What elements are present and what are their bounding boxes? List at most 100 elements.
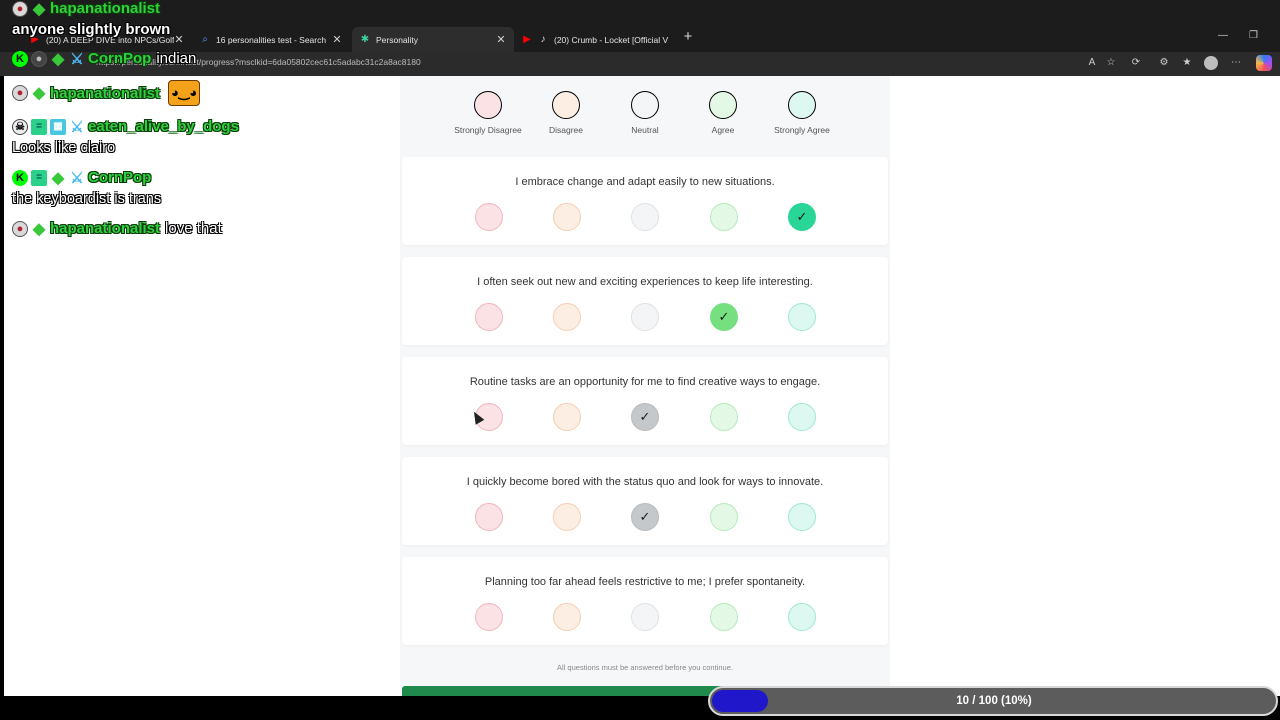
answer-option-5[interactable] <box>788 603 816 631</box>
tab-personality[interactable]: ✱ Personality ✕ <box>352 27 514 52</box>
chat-username: CornPop <box>88 50 152 67</box>
answer-option-3[interactable]: ✓ <box>631 503 659 531</box>
checkmark-icon: ✓ <box>796 209 808 224</box>
youtube-icon: ▶ <box>523 33 531 45</box>
answer-option-1[interactable] <box>475 603 503 631</box>
tab-youtube-crumb[interactable]: ▶ ♪ (20) Crumb - Locket [Official V <box>514 27 678 52</box>
answer-option-5[interactable] <box>788 303 816 331</box>
answer-option-1[interactable] <box>475 303 503 331</box>
scale-label: Agree <box>711 125 735 135</box>
close-icon[interactable]: ✕ <box>174 33 184 46</box>
chat-line: ● ◆ hapanationalist <box>12 0 161 18</box>
browser-tab-bar: ▶ (20) A DEEP DIVE into NPCs/Golf ✕ ⌕ 16… <box>0 0 1280 52</box>
answer-option-2[interactable] <box>553 203 581 231</box>
answer-option-2[interactable] <box>553 303 581 331</box>
k-badge-icon: K <box>12 169 28 186</box>
chat-message: indian <box>156 50 197 67</box>
checkmark-icon: ✓ <box>639 409 651 424</box>
question-card: I embrace change and adapt easily to new… <box>402 157 888 245</box>
answer-option-5[interactable]: ✓ <box>788 203 816 231</box>
chat-line: ☠ = ▦ ⚔ eaten_alive_by_dogs <box>12 118 239 136</box>
question-text: I quickly become bored with the status q… <box>466 476 824 488</box>
favorite-star-icon[interactable]: ☆ <box>1105 57 1117 69</box>
close-icon[interactable]: ✕ <box>332 33 342 46</box>
new-tab-button[interactable]: + <box>680 29 696 45</box>
gem-badge-icon: ◆ <box>32 0 46 18</box>
chat-message: Looks like clairo <box>12 140 116 156</box>
answer-option-4[interactable] <box>710 403 738 431</box>
sword-badge-icon: ⚔ <box>70 169 84 187</box>
scale-label: Neutral <box>631 125 659 135</box>
speaker-icon[interactable]: ♪ <box>538 34 548 45</box>
profile-avatar[interactable] <box>1204 56 1218 70</box>
user-avatar-icon: ● <box>12 0 28 17</box>
chat-username: hapanationalist <box>50 0 161 17</box>
tab-title: 16 personalities test - Search <box>216 34 327 45</box>
chat-message: love that <box>165 220 222 237</box>
close-icon[interactable]: ✕ <box>496 33 506 46</box>
sword-badge-icon: ⚔ <box>70 50 84 68</box>
gem-badge-icon: ◆ <box>32 85 46 102</box>
question-text: Routine tasks are an opportunity for me … <box>469 376 821 388</box>
answer-option-1[interactable] <box>475 203 503 231</box>
answer-scale-header: Strongly Disagree Disagree Neutral Agree… <box>402 78 888 150</box>
answer-option-2[interactable] <box>553 603 581 631</box>
answer-option-4[interactable] <box>710 603 738 631</box>
tab-title: (20) Crumb - Locket [Official V <box>554 34 669 45</box>
scale-dot <box>631 91 659 119</box>
answer-option-5[interactable] <box>788 503 816 531</box>
scale-neutral: Neutral <box>610 78 680 136</box>
answer-option-5[interactable] <box>788 403 816 431</box>
favorites-icon[interactable]: ★ <box>1181 57 1193 69</box>
question-card: Planning too far ahead feels restrictive… <box>402 557 888 645</box>
answer-option-2[interactable] <box>553 403 581 431</box>
user-avatar-icon: ● <box>12 220 28 237</box>
tab-title: Personality <box>376 34 419 45</box>
scale-dot <box>474 91 502 119</box>
required-answers-note: All questions must be answered before yo… <box>557 663 733 672</box>
checkmark-icon: ✓ <box>639 509 651 524</box>
extensions-icon[interactable]: ⚙ <box>1158 57 1170 69</box>
scale-dot <box>788 91 816 119</box>
answer-option-4[interactable] <box>710 503 738 531</box>
answer-option-3[interactable] <box>631 203 659 231</box>
scale-label: Strongly Disagree <box>454 125 522 135</box>
answer-option-3[interactable] <box>631 603 659 631</box>
tab-search[interactable]: ⌕ 16 personalities test - Search ✕ <box>192 27 350 52</box>
more-menu-icon[interactable]: ⋯ <box>1230 57 1242 69</box>
sword-badge-icon: ⚔ <box>70 118 84 136</box>
answer-option-4[interactable]: ✓ <box>710 303 738 331</box>
chat-username: hapanationalist <box>50 84 161 102</box>
personality-site-icon: ✱ <box>360 33 370 45</box>
skull-badge-icon: ☠ <box>12 118 28 135</box>
scale-dot <box>552 91 580 119</box>
stream-progress-bar: 10 / 100 (10%) <box>708 686 1278 716</box>
chat-username: CornPop <box>88 169 152 186</box>
question-text: I embrace change and adapt easily to new… <box>515 176 775 188</box>
answer-option-2[interactable] <box>553 503 581 531</box>
answer-option-1[interactable] <box>475 503 503 531</box>
answer-option-4[interactable] <box>710 203 738 231</box>
checkmark-icon: ✓ <box>718 309 730 324</box>
gem-badge-icon: ◆ <box>32 220 46 238</box>
chat-message: anyone slightly brown <box>12 21 171 38</box>
gem-badge-icon: ◆ <box>51 169 65 187</box>
chat-username: eaten_alive_by_dogs <box>88 118 239 135</box>
minimize-button[interactable]: — <box>1218 30 1228 41</box>
chat-line: K ● ◆ ⚔ CornPop indian <box>12 50 197 68</box>
answer-option-3[interactable] <box>631 303 659 331</box>
refresh-icon[interactable]: ⟳ <box>1130 57 1142 69</box>
gem-badge-icon: ◆ <box>51 50 65 68</box>
scale-agree: Agree <box>688 78 758 136</box>
maximize-button[interactable]: ❐ <box>1249 30 1258 41</box>
answer-option-3[interactable]: ✓ <box>631 403 659 431</box>
scale-disagree: Disagree <box>531 78 601 136</box>
k-badge-icon: K <box>12 50 28 67</box>
chat-line: ● ◆ hapanationalist love that <box>12 220 222 238</box>
scale-strongly-disagree: Strongly Disagree <box>453 78 523 136</box>
read-aloud-icon[interactable]: A <box>1086 57 1098 69</box>
copilot-icon[interactable] <box>1256 55 1272 71</box>
scale-strongly-agree: Strongly Agree <box>767 78 837 136</box>
scale-label: Disagree <box>548 125 584 135</box>
grid-badge-icon: ▦ <box>50 118 66 135</box>
